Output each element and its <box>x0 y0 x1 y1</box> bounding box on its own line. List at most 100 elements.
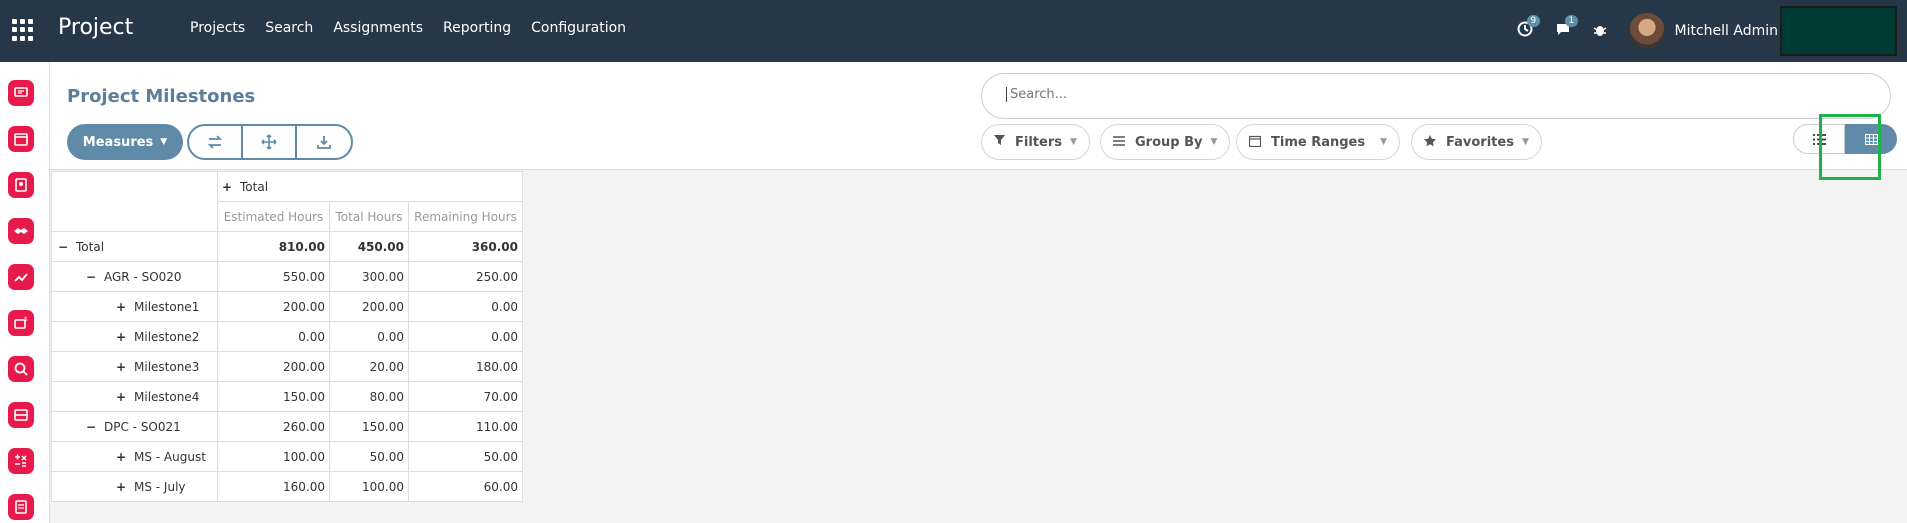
accounting-app-icon[interactable] <box>8 448 34 474</box>
measures-label: Measures <box>82 134 154 150</box>
contacts-app-icon[interactable] <box>8 172 34 198</box>
cell-total: 450.00 <box>329 231 409 262</box>
time-ranges-label: Time Ranges <box>1271 134 1366 150</box>
table-row: − DPC - SO021 260.00 150.00 110.00 <box>51 411 523 442</box>
calendar-app-icon[interactable] <box>8 126 34 152</box>
documents-app-icon[interactable] <box>8 494 34 520</box>
menu-search[interactable]: Search <box>265 20 313 36</box>
time-ranges-button[interactable]: Time Ranges ▼ <box>1236 124 1400 160</box>
main-menu: Projects Search Assignments Reporting Co… <box>190 20 626 36</box>
plus-icon: + <box>116 449 127 464</box>
table-row: + Milestone4 150.00 80.00 70.00 <box>51 381 523 412</box>
apps-menu-icon[interactable] <box>12 19 34 41</box>
user-name[interactable]: Mitchell Admin <box>1675 23 1779 39</box>
pivot-row-header[interactable]: − Total <box>51 231 218 262</box>
minus-icon: − <box>58 239 69 254</box>
cell-total: 50.00 <box>329 441 409 472</box>
row-label: Milestone2 <box>134 329 200 344</box>
caret-down-icon: ▼ <box>1210 137 1218 147</box>
pivot-row-header[interactable]: + Milestone2 <box>51 321 218 352</box>
row-label: Total <box>76 239 105 254</box>
table-row: − Total 810.00 450.00 360.00 <box>51 231 523 262</box>
pivot-row-header[interactable]: + Milestone3 <box>51 351 218 382</box>
measures-button[interactable]: Measures ▼ <box>67 124 183 160</box>
user-avatar[interactable] <box>1628 13 1665 49</box>
flip-axis-button[interactable] <box>189 126 243 158</box>
pivot-table: + Total Estimated Hours Total Hours Remai… <box>51 171 523 502</box>
row-label: Milestone3 <box>134 359 200 374</box>
svg-text:$: $ <box>24 316 28 323</box>
cell-remaining: 70.00 <box>408 381 523 412</box>
crm-handshake-icon[interactable] <box>8 218 34 244</box>
table-icon <box>1864 133 1878 145</box>
cell-total: 100.00 <box>329 471 409 502</box>
cell-estimated: 200.00 <box>217 351 330 382</box>
cell-total: 0.00 <box>329 321 409 352</box>
search-input[interactable] <box>1006 87 1866 102</box>
search-app-icon[interactable] <box>8 356 34 382</box>
menu-configuration[interactable]: Configuration <box>531 20 626 36</box>
measure-header-remaining[interactable]: Remaining Hours <box>408 201 523 232</box>
app-brand[interactable]: Project <box>58 15 133 40</box>
cell-total: 200.00 <box>329 291 409 322</box>
company-switcher[interactable] <box>1780 6 1897 56</box>
row-label: Milestone4 <box>134 389 200 404</box>
pivot-view-button[interactable] <box>1845 124 1897 154</box>
caret-down-icon: ▼ <box>1521 137 1529 147</box>
menu-projects[interactable]: Projects <box>190 20 245 36</box>
debug-bug-icon[interactable] <box>1593 22 1607 41</box>
pivot-row-header[interactable]: − AGR - SO020 <box>51 261 218 292</box>
row-label: MS - July <box>134 479 186 494</box>
row-label: Milestone1 <box>134 299 200 314</box>
plus-icon: + <box>116 479 127 494</box>
pivot-column-label: Total <box>240 179 269 194</box>
cell-total: 300.00 <box>329 261 409 292</box>
cell-remaining: 180.00 <box>408 351 523 382</box>
invoicing-app-icon[interactable]: $ <box>8 310 34 336</box>
list-view-button[interactable] <box>1793 124 1845 154</box>
favorites-button[interactable]: Favorites ▼ <box>1411 124 1542 160</box>
calendar-icon <box>1248 135 1262 150</box>
filters-label: Filters <box>1015 134 1062 150</box>
cell-remaining: 50.00 <box>408 441 523 472</box>
dashboard-app-icon[interactable] <box>8 402 34 428</box>
filter-icon <box>994 135 1005 149</box>
pivot-actions-group <box>187 124 353 160</box>
pivot-row-header[interactable]: + Milestone1 <box>51 291 218 322</box>
systray: 9 1 Mitchell Admin <box>1517 0 1907 62</box>
messages-chat-icon[interactable]: 1 <box>1555 15 1579 41</box>
measure-header-estimated[interactable]: Estimated Hours <box>217 201 330 232</box>
swap-icon <box>207 135 223 149</box>
expand-all-button[interactable] <box>243 126 297 158</box>
pivot-row-header[interactable]: + MS - August <box>51 441 218 472</box>
sales-trend-icon[interactable] <box>8 264 34 290</box>
caret-down-icon: ▼ <box>1069 137 1077 147</box>
activity-clock-icon[interactable]: 9 <box>1517 15 1541 41</box>
cell-remaining: 110.00 <box>408 411 523 442</box>
pivot-column-header[interactable]: + Total <box>217 171 523 202</box>
expand-icon <box>261 134 277 150</box>
page-title: Project Milestones <box>67 86 256 107</box>
discuss-app-icon[interactable] <box>8 80 34 106</box>
table-row: + Milestone3 200.00 20.00 180.00 <box>51 351 523 382</box>
pivot-row-header[interactable]: + MS - July <box>51 471 218 502</box>
group-by-button[interactable]: Group By ▼ <box>1100 124 1231 160</box>
measure-header-total[interactable]: Total Hours <box>329 201 409 232</box>
cell-remaining: 0.00 <box>408 321 523 352</box>
caret-down-icon: ▼ <box>160 137 168 147</box>
menu-reporting[interactable]: Reporting <box>443 20 511 36</box>
pivot-row-header[interactable]: − DPC - SO021 <box>51 411 218 442</box>
left-app-bar: $ <box>0 62 50 523</box>
cell-total: 80.00 <box>329 381 409 412</box>
cell-estimated: 160.00 <box>217 471 330 502</box>
pivot-row-header[interactable]: + Milestone4 <box>51 381 218 412</box>
menu-assignments[interactable]: Assignments <box>333 20 423 36</box>
download-button[interactable] <box>297 126 351 158</box>
table-row: + MS - August 100.00 50.00 50.00 <box>51 441 523 472</box>
filters-button[interactable]: Filters ▼ <box>981 124 1090 160</box>
caret-down-icon: ▼ <box>1380 137 1387 147</box>
cell-estimated: 150.00 <box>217 381 330 412</box>
search-box <box>981 73 1891 119</box>
group-by-icon <box>1113 135 1125 149</box>
plus-icon: + <box>116 389 127 404</box>
